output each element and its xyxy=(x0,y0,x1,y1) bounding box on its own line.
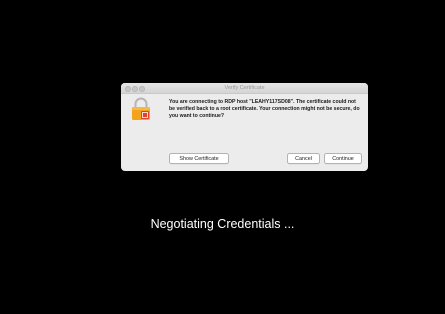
dialog-titlebar: Verify Certificate xyxy=(121,83,368,94)
show-certificate-button[interactable]: Show Certificate xyxy=(169,153,229,164)
dialog-title: Verify Certificate xyxy=(224,85,265,91)
cancel-button[interactable]: Cancel xyxy=(287,153,320,164)
verify-certificate-dialog: Verify Certificate You are connecting to… xyxy=(121,83,368,171)
certificate-warning-message: You are connecting to RDP host "LEAHY117… xyxy=(169,99,360,119)
remote-desktop-screen: Verify Certificate You are connecting to… xyxy=(0,0,445,314)
continue-button[interactable]: Continue xyxy=(324,153,362,164)
connection-status-text: Negotiating Credentials ... xyxy=(150,217,295,231)
lock-certificate-icon xyxy=(131,97,151,121)
